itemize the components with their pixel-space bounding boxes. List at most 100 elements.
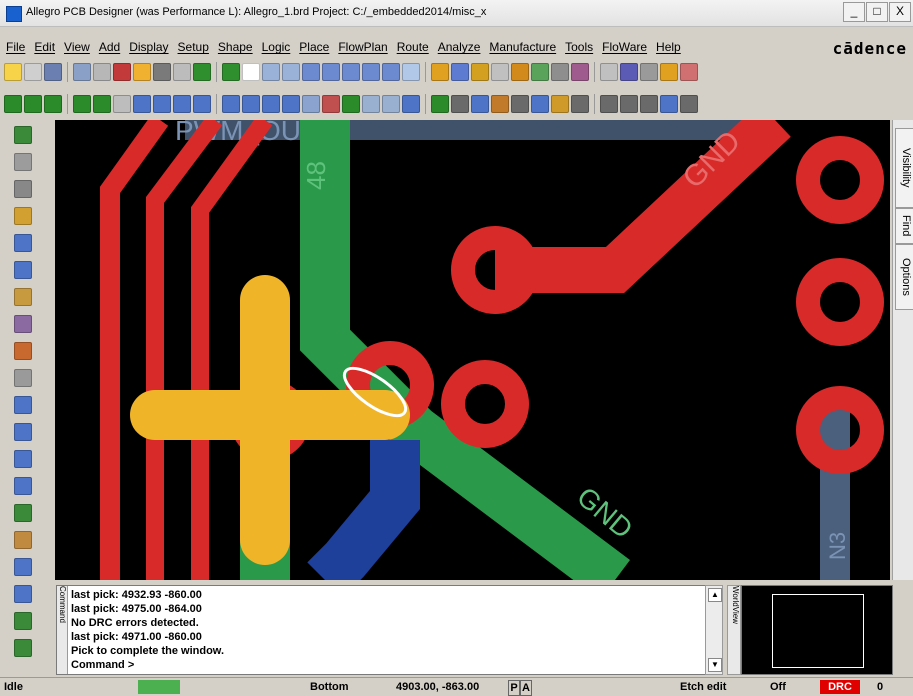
- left-tool-icon-16[interactable]: [14, 558, 32, 576]
- secondary-tool-icon-32[interactable]: [680, 95, 698, 113]
- secondary-tool-icon-16[interactable]: [342, 95, 360, 113]
- pcb-canvas[interactable]: PWM_OUT 48 GND GND N3: [55, 120, 890, 580]
- main-tool-icon-10[interactable]: [222, 63, 240, 81]
- secondary-tool-icon-22[interactable]: [471, 95, 489, 113]
- main-tool-icon-0[interactable]: [4, 63, 22, 81]
- main-tool-icon-30[interactable]: [640, 63, 658, 81]
- left-tool-icon-10[interactable]: [14, 396, 32, 414]
- menu-view[interactable]: View: [64, 40, 90, 54]
- secondary-tool-icon-2[interactable]: [44, 95, 62, 113]
- worldview-tab[interactable]: WorldView: [727, 585, 741, 675]
- menu-help[interactable]: Help: [656, 40, 681, 54]
- left-tool-icon-15[interactable]: [14, 531, 32, 549]
- secondary-tool-icon-3[interactable]: [73, 95, 91, 113]
- main-tool-icon-3[interactable]: [73, 63, 91, 81]
- secondary-tool-icon-23[interactable]: [491, 95, 509, 113]
- menu-floware[interactable]: FloWare: [602, 40, 647, 54]
- secondary-tool-icon-1[interactable]: [24, 95, 42, 113]
- left-tool-icon-18[interactable]: [14, 612, 32, 630]
- secondary-tool-icon-7[interactable]: [153, 95, 171, 113]
- left-tool-icon-0[interactable]: [14, 126, 32, 144]
- menu-place[interactable]: Place: [299, 40, 329, 54]
- close-button[interactable]: X: [889, 2, 911, 22]
- main-tool-icon-26[interactable]: [551, 63, 569, 81]
- via-pad-4[interactable]: [796, 136, 884, 224]
- main-tool-icon-4[interactable]: [93, 63, 111, 81]
- left-tool-icon-4[interactable]: [14, 234, 32, 252]
- main-tool-icon-18[interactable]: [382, 63, 400, 81]
- left-tool-icon-17[interactable]: [14, 585, 32, 603]
- main-tool-icon-17[interactable]: [362, 63, 380, 81]
- tab-visibility[interactable]: Visibility: [895, 128, 913, 208]
- menu-logic[interactable]: Logic: [262, 40, 291, 54]
- secondary-tool-icon-11[interactable]: [242, 95, 260, 113]
- menu-manufacture[interactable]: Manufacture: [489, 40, 556, 54]
- main-tool-icon-27[interactable]: [571, 63, 589, 81]
- menu-display[interactable]: Display: [129, 40, 168, 54]
- command-prompt[interactable]: Command >: [71, 658, 224, 672]
- main-tool-icon-15[interactable]: [322, 63, 340, 81]
- main-tool-icon-6[interactable]: [133, 63, 151, 81]
- worldview-panel[interactable]: [741, 585, 893, 675]
- main-tool-icon-20[interactable]: [431, 63, 449, 81]
- menu-add[interactable]: Add: [99, 40, 120, 54]
- secondary-tool-icon-8[interactable]: [173, 95, 191, 113]
- left-tool-icon-9[interactable]: [14, 369, 32, 387]
- menu-shape[interactable]: Shape: [218, 40, 253, 54]
- main-tool-icon-5[interactable]: [113, 63, 131, 81]
- secondary-tool-icon-12[interactable]: [262, 95, 280, 113]
- worldview-viewport-rect[interactable]: [772, 594, 864, 668]
- main-tool-icon-28[interactable]: [600, 63, 618, 81]
- secondary-tool-icon-19[interactable]: [402, 95, 420, 113]
- secondary-tool-icon-21[interactable]: [451, 95, 469, 113]
- left-tool-icon-14[interactable]: [14, 504, 32, 522]
- main-tool-icon-19[interactable]: [402, 63, 420, 81]
- menu-flowplan[interactable]: FlowPlan: [338, 40, 387, 54]
- left-tool-icon-8[interactable]: [14, 342, 32, 360]
- secondary-tool-icon-29[interactable]: [620, 95, 638, 113]
- secondary-tool-icon-15[interactable]: [322, 95, 340, 113]
- left-tool-icon-1[interactable]: [14, 153, 32, 171]
- scroll-down-icon[interactable]: ▼: [708, 658, 722, 672]
- secondary-tool-icon-25[interactable]: [531, 95, 549, 113]
- status-a-button[interactable]: A: [520, 680, 532, 696]
- status-layer[interactable]: Bottom: [310, 680, 349, 694]
- main-tool-icon-11[interactable]: [242, 63, 260, 81]
- main-tool-icon-24[interactable]: [511, 63, 529, 81]
- secondary-tool-icon-18[interactable]: [382, 95, 400, 113]
- secondary-tool-icon-17[interactable]: [362, 95, 380, 113]
- main-tool-icon-7[interactable]: [153, 63, 171, 81]
- secondary-tool-icon-30[interactable]: [640, 95, 658, 113]
- left-tool-icon-7[interactable]: [14, 315, 32, 333]
- main-tool-icon-2[interactable]: [44, 63, 62, 81]
- menu-setup[interactable]: Setup: [178, 40, 209, 54]
- secondary-tool-icon-20[interactable]: [431, 95, 449, 113]
- minimize-button[interactable]: _: [843, 2, 865, 22]
- main-tool-icon-22[interactable]: [471, 63, 489, 81]
- main-tool-icon-21[interactable]: [451, 63, 469, 81]
- left-tool-icon-11[interactable]: [14, 423, 32, 441]
- secondary-tool-icon-28[interactable]: [600, 95, 618, 113]
- secondary-tool-icon-31[interactable]: [660, 95, 678, 113]
- main-tool-icon-32[interactable]: [680, 63, 698, 81]
- main-tool-icon-16[interactable]: [342, 63, 360, 81]
- secondary-tool-icon-26[interactable]: [551, 95, 569, 113]
- secondary-tool-icon-13[interactable]: [282, 95, 300, 113]
- left-tool-icon-19[interactable]: [14, 639, 32, 657]
- tab-find[interactable]: Find: [895, 208, 913, 244]
- main-tool-icon-12[interactable]: [262, 63, 280, 81]
- menu-analyze[interactable]: Analyze: [438, 40, 481, 54]
- status-p-button[interactable]: P: [508, 680, 520, 696]
- via-pad-2[interactable]: [441, 360, 529, 448]
- left-tool-icon-2[interactable]: [14, 180, 32, 198]
- console-scrollbar[interactable]: ▲ ▼: [705, 585, 723, 675]
- secondary-tool-icon-6[interactable]: [133, 95, 151, 113]
- left-tool-icon-3[interactable]: [14, 207, 32, 225]
- left-tool-icon-6[interactable]: [14, 288, 32, 306]
- tab-options[interactable]: Options: [895, 244, 913, 310]
- menu-route[interactable]: Route: [397, 40, 429, 54]
- menu-edit[interactable]: Edit: [34, 40, 55, 54]
- via-pad-5[interactable]: [796, 258, 884, 346]
- secondary-tool-icon-9[interactable]: [193, 95, 211, 113]
- left-tool-icon-13[interactable]: [14, 477, 32, 495]
